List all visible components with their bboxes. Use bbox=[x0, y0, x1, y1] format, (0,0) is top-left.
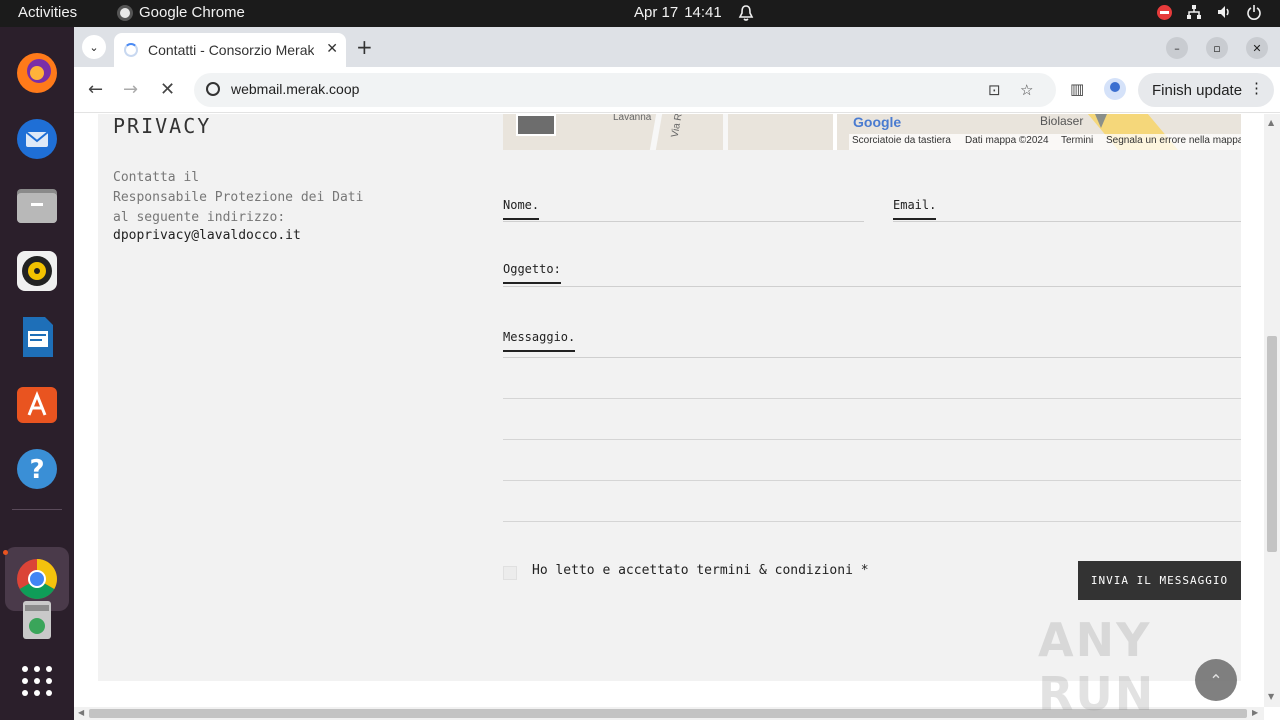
privacy-email[interactable]: dpoprivacy@lavaldocco.it bbox=[113, 228, 301, 243]
map-data-label: Dati mappa ©2024 bbox=[965, 135, 1049, 146]
back-arrow-icon[interactable]: ← bbox=[88, 79, 103, 100]
app-name: Google Chrome bbox=[139, 4, 245, 21]
message-label: Messaggio. bbox=[503, 330, 576, 352]
power-icon[interactable] bbox=[1246, 4, 1262, 20]
contact-section: PRIVACY Contatta il Responsabile Protezi… bbox=[98, 114, 1241, 681]
consent-checkbox[interactable] bbox=[503, 566, 517, 580]
stop-loading-icon[interactable]: ✕ bbox=[160, 79, 175, 100]
map-poi-label: Biolaser bbox=[1040, 114, 1084, 128]
privacy-heading: PRIVACY bbox=[113, 114, 212, 138]
kebab-menu-icon[interactable]: ⋮ bbox=[1249, 79, 1264, 97]
browser-toolbar: ← → ✕ webmail.merak.coop ⊡ ☆ ▥ Finish up… bbox=[74, 67, 1280, 113]
vertical-scroll-thumb[interactable] bbox=[1267, 336, 1277, 552]
chrome-app-icon bbox=[117, 4, 133, 21]
map-attribution-bar: Scorciatoie da tastiera Dati mappa ©2024… bbox=[849, 134, 1241, 150]
bookmark-star-icon[interactable]: ☆ bbox=[1020, 81, 1033, 99]
map-road bbox=[649, 114, 663, 150]
profile-avatar-icon[interactable] bbox=[1104, 78, 1126, 100]
thunderbird-icon[interactable] bbox=[14, 116, 60, 162]
scroll-up-arrow-icon[interactable]: ▲ bbox=[1268, 118, 1274, 127]
side-panel-icon[interactable]: ▥ bbox=[1070, 80, 1084, 98]
network-icon[interactable] bbox=[1186, 4, 1202, 20]
clock-time: 14:41 bbox=[684, 4, 722, 21]
privacy-line: al seguente indirizzo: bbox=[113, 210, 286, 225]
firefox-icon[interactable] bbox=[14, 50, 60, 96]
map-satellite-toggle[interactable] bbox=[516, 114, 556, 136]
submit-button[interactable]: INVIA IL MESSAGGIO bbox=[1078, 561, 1241, 600]
trash-icon[interactable] bbox=[14, 596, 60, 642]
consent-label[interactable]: Ho letto e accettato termini & condizion… bbox=[532, 563, 869, 578]
map-street-label: Lavanna bbox=[613, 114, 652, 123]
libreoffice-writer-icon[interactable] bbox=[14, 314, 60, 360]
rhythmbox-icon[interactable] bbox=[14, 248, 60, 294]
address-bar[interactable]: webmail.merak.coop ⊡ ☆ bbox=[194, 73, 1056, 107]
files-icon[interactable] bbox=[14, 182, 60, 228]
scroll-left-arrow-icon[interactable]: ◀ bbox=[78, 708, 84, 717]
chevron-down-icon: ⌄ bbox=[89, 40, 99, 54]
loading-spinner-icon bbox=[124, 43, 138, 57]
finish-update-button[interactable]: Finish update ⋮ bbox=[1138, 73, 1274, 107]
forward-arrow-icon[interactable]: → bbox=[123, 79, 138, 100]
close-window-button[interactable]: ✕ bbox=[1246, 37, 1268, 59]
google-map[interactable]: Lavanna Via R Google Biolaser Scorciatoi… bbox=[503, 114, 1241, 150]
map-shortcuts-link[interactable]: Scorciatoie da tastiera bbox=[852, 135, 951, 146]
back-to-top-button[interactable]: ⌃ bbox=[1195, 659, 1237, 701]
tab-close-icon[interactable]: ✕ bbox=[326, 41, 338, 57]
tab-contatti[interactable]: Contatti - Consorzio Merak ✕ bbox=[114, 33, 346, 67]
privacy-text: Contatta il Responsabile Protezione dei … bbox=[113, 168, 363, 228]
message-line bbox=[503, 521, 1241, 522]
url-text[interactable]: webmail.merak.coop bbox=[231, 81, 359, 97]
system-top-bar: Activities Google Chrome Apr 17 14:41 bbox=[0, 0, 1280, 27]
help-icon[interactable]: ? bbox=[14, 446, 60, 492]
site-info-icon[interactable] bbox=[206, 82, 220, 96]
email-input[interactable] bbox=[893, 221, 1241, 222]
dock: ? bbox=[0, 27, 74, 720]
email-label: Email. bbox=[893, 198, 937, 220]
message-textarea[interactable] bbox=[503, 357, 1241, 358]
clock[interactable]: Apr 17 14:41 bbox=[634, 4, 722, 21]
chevron-up-icon: ⌃ bbox=[1209, 670, 1223, 690]
app-menu[interactable]: Google Chrome bbox=[117, 4, 245, 21]
name-input[interactable] bbox=[503, 221, 864, 222]
activities-button[interactable]: Activities bbox=[18, 4, 77, 21]
translate-icon[interactable]: ⊡ bbox=[988, 81, 1001, 99]
svg-text:?: ? bbox=[29, 455, 44, 485]
map-terms-link[interactable]: Termini bbox=[1061, 135, 1093, 146]
privacy-line: Contatta il bbox=[113, 170, 200, 185]
tab-strip: ⌄ Contatti - Consorzio Merak ✕ + – ▫ ✕ bbox=[74, 27, 1280, 67]
minimize-button[interactable]: – bbox=[1166, 37, 1188, 59]
app-center-icon[interactable] bbox=[14, 380, 60, 426]
map-street-label: Via R bbox=[669, 114, 685, 139]
running-indicator bbox=[3, 550, 8, 555]
name-label: Nome. bbox=[503, 198, 540, 220]
tab-search-button[interactable]: ⌄ bbox=[82, 35, 106, 59]
show-apps-icon[interactable] bbox=[14, 658, 60, 704]
subject-label: Oggetto: bbox=[503, 262, 561, 284]
finish-update-label: Finish update bbox=[1152, 81, 1243, 99]
message-line bbox=[503, 398, 1241, 399]
map-road bbox=[833, 114, 837, 150]
system-tray[interactable] bbox=[1157, 4, 1262, 20]
privacy-line: Responsabile Protezione dei Dati bbox=[113, 190, 364, 205]
message-line bbox=[503, 480, 1241, 481]
subject-input[interactable] bbox=[503, 286, 1241, 287]
maximize-button[interactable]: ▫ bbox=[1206, 37, 1228, 59]
anyrun-watermark: ANY RUN bbox=[1038, 613, 1156, 720]
browser-window: ⌄ Contatti - Consorzio Merak ✕ + – ▫ ✕ ←… bbox=[74, 27, 1280, 720]
dock-separator bbox=[12, 509, 62, 510]
do-not-disturb-icon[interactable] bbox=[1157, 4, 1172, 20]
map-report-link[interactable]: Segnala un errore nella mappa bbox=[1106, 135, 1241, 146]
new-tab-button[interactable]: + bbox=[356, 35, 373, 59]
google-logo: Google bbox=[853, 114, 902, 130]
volume-icon[interactable] bbox=[1216, 4, 1232, 20]
notification-bell-icon[interactable] bbox=[738, 4, 754, 22]
clock-date: Apr 17 bbox=[634, 4, 679, 21]
tab-title: Contatti - Consorzio Merak bbox=[148, 42, 314, 58]
map-road bbox=[723, 114, 728, 150]
message-line bbox=[503, 439, 1241, 440]
